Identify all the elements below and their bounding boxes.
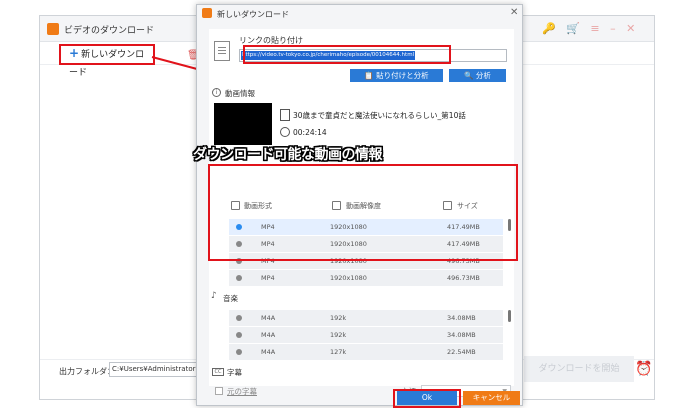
audio-label: 音楽 [223, 294, 238, 303]
analyze-button[interactable]: 🔍 分析 [449, 69, 506, 82]
radio-icon[interactable] [236, 349, 242, 355]
analyze-label: 分析 [475, 71, 491, 80]
alarm-clock-icon[interactable]: ⏰ [635, 361, 652, 377]
cell-format: M4A [261, 314, 276, 322]
output-folder-label: 出力フォルダ： [59, 367, 115, 376]
original-subtitle-checkbox[interactable] [215, 387, 223, 395]
cell-bitrate: 192k [330, 314, 347, 322]
subtitle-icon: CC [212, 368, 224, 376]
original-subtitle-label: 元の字幕 [227, 387, 257, 396]
table-row[interactable]: MP4 1920x1080 496.73MB [229, 270, 503, 287]
link-document-icon [214, 41, 230, 61]
paste-analyze-label: 貼り付けと分析 [376, 71, 429, 80]
table-row[interactable]: M4A 192k 34.08MB [229, 310, 503, 327]
output-folder-field[interactable]: C:¥Users¥Administrator¥Videos [109, 362, 199, 377]
app-logo-icon [47, 23, 59, 35]
dialog-titlebar: 新しいダウンロード ✕ [197, 5, 522, 22]
radio-icon[interactable] [236, 315, 242, 321]
clock-icon [280, 127, 290, 137]
app-window-controls[interactable]: 🔑 🛒 ≡ – ✕ [542, 22, 635, 35]
video-thumbnail [214, 103, 272, 145]
cell-bitrate: 192k [330, 331, 347, 339]
dialog-logo-icon [202, 8, 212, 18]
cell-size: 22.54MB [447, 348, 476, 356]
search-icon: 🔍 [464, 71, 476, 80]
dialog-title: 新しいダウンロード [217, 10, 289, 19]
cell-format: M4A [261, 331, 276, 339]
cancel-button[interactable]: キャンセル [463, 391, 520, 405]
cell-bitrate: 127k [330, 348, 347, 356]
cell-format: M4A [261, 348, 276, 356]
subtitle-label: 字幕 [227, 368, 242, 377]
table-row[interactable]: M4A 192k 34.08MB [229, 327, 503, 344]
radio-icon[interactable] [236, 275, 242, 281]
app-title: ビデオのダウンロード [64, 26, 155, 36]
info-icon: i [212, 88, 221, 97]
table-row[interactable]: M4A 127k 22.54MB [229, 344, 503, 361]
video-duration: 00:24:14 [293, 128, 327, 137]
clipboard-icon: 📋 [364, 71, 377, 80]
highlight-ok [393, 389, 461, 408]
radio-icon[interactable] [236, 332, 242, 338]
highlight-video-table [208, 164, 518, 261]
audio-list-scrollbar[interactable] [508, 310, 511, 322]
document-icon [280, 109, 290, 121]
cell-resolution: 1920x1080 [330, 274, 367, 282]
close-icon[interactable]: ✕ [510, 7, 518, 18]
music-note-icon: ♪ [211, 291, 217, 301]
highlight-new-download [59, 44, 155, 65]
video-info-label: 動画情報 [225, 89, 255, 98]
cell-size: 496.73MB [447, 274, 480, 282]
paste-and-analyze-button[interactable]: 📋 貼り付けと分析 [350, 69, 443, 82]
start-download-button[interactable]: ダウンロードを開始 [524, 356, 634, 382]
cell-format: MP4 [261, 274, 275, 282]
highlight-url [243, 45, 451, 64]
audio-format-list: M4A 192k 34.08MB M4A 192k 34.08MB M4A 127k 22.54… [229, 310, 503, 362]
cell-size: 34.08MB [447, 314, 476, 322]
annotation-caption: ダウンロード可能な動画の情報 [193, 147, 383, 163]
cell-size: 34.08MB [447, 331, 476, 339]
video-title: 30歳まで童貞だと魔法使いになれるらしい_第10話 [293, 111, 466, 120]
